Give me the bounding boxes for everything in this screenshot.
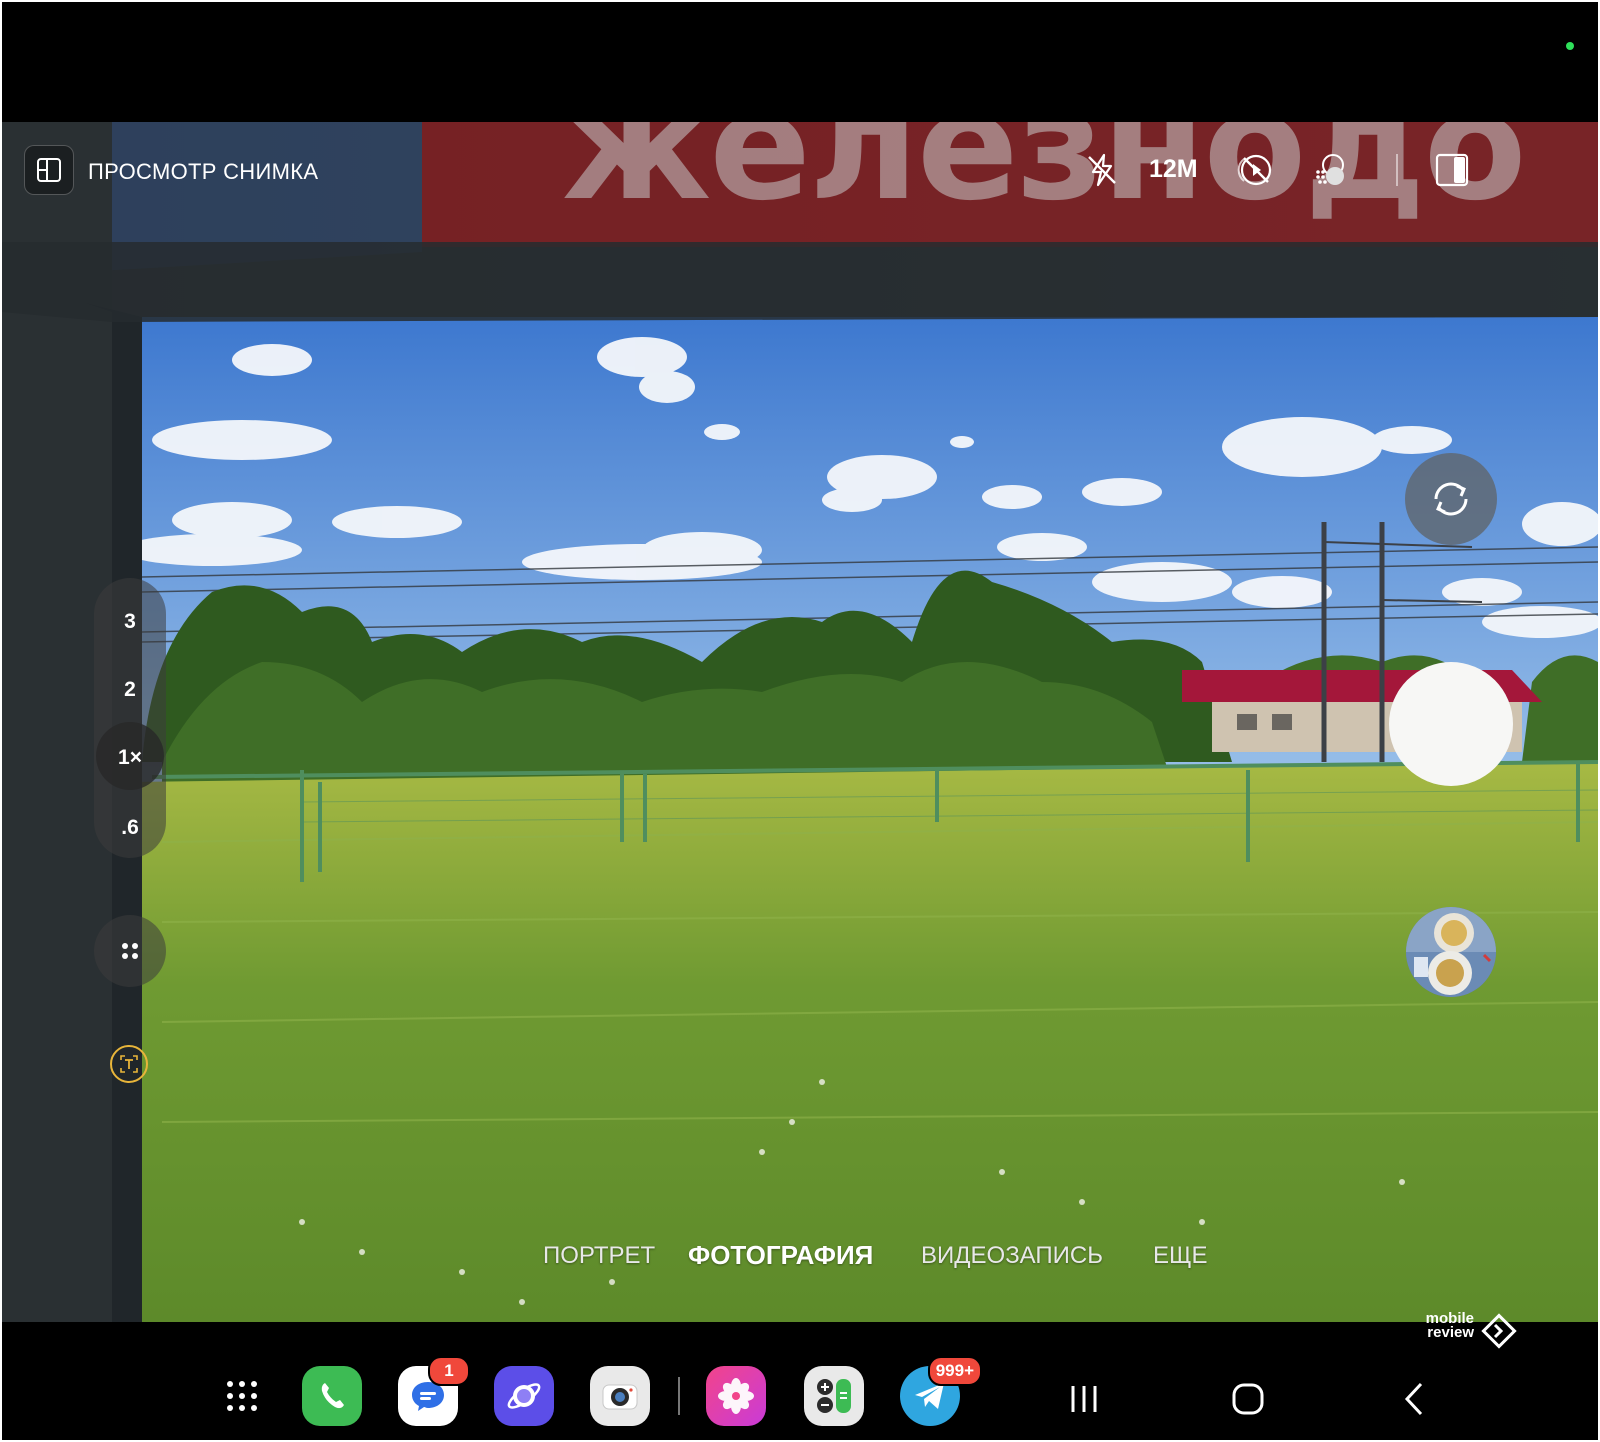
aspect-ratio-icon [1435, 153, 1469, 187]
flash-off-icon [1088, 153, 1116, 187]
camera-app[interactable] [590, 1366, 650, 1426]
gallery-app[interactable] [706, 1366, 766, 1426]
layout-icon [37, 158, 61, 182]
privacy-indicator-dot [1566, 42, 1574, 50]
back-button[interactable] [1389, 1374, 1439, 1424]
dock-divider [678, 1377, 680, 1415]
calculator-app[interactable] [804, 1366, 864, 1426]
preview-toggle-button[interactable] [24, 145, 74, 195]
zoom-options-button[interactable] [94, 915, 166, 987]
gallery-thumbnail-button[interactable] [1406, 907, 1496, 997]
home-button[interactable] [1223, 1374, 1273, 1424]
zoom-2x-button[interactable]: 2 [94, 678, 166, 702]
top-bar: ПРОСМОТР СНИМКА 12M [2, 142, 1598, 202]
messages-app[interactable]: 1 [398, 1356, 470, 1426]
last-photo-thumbnail [1406, 907, 1496, 997]
viewfinder[interactable]: железнодо [2, 122, 1598, 1322]
back-icon [1404, 1382, 1423, 1416]
home-icon [1232, 1383, 1264, 1415]
preview-label[interactable]: ПРОСМОТР СНИМКА [88, 159, 318, 185]
four-dots-icon [122, 943, 138, 959]
telegram-app[interactable]: 999+ [900, 1356, 982, 1426]
zoom-3x-button[interactable]: 3 [94, 610, 166, 634]
scan-text-button[interactable] [110, 1045, 148, 1083]
planet-icon [507, 1383, 541, 1409]
top-bar-divider [1396, 154, 1398, 186]
camera-icon [602, 1384, 638, 1410]
recents-icon [1071, 1386, 1097, 1412]
phone-app[interactable] [302, 1366, 362, 1426]
zoom-1x-button[interactable]: 1× [94, 746, 166, 770]
phone-icon [321, 1383, 344, 1409]
recents-button[interactable] [1059, 1374, 1109, 1424]
motion-photo-button[interactable] [1234, 150, 1274, 190]
mode-portrait[interactable]: ПОРТРЕТ [543, 1242, 655, 1270]
flower-icon [718, 1378, 754, 1414]
camera-modes: ПОРТРЕТ ФОТОГРАФИЯ ВИДЕОЗАПИСЬ ЕЩЕ [2, 1240, 1598, 1280]
switch-camera-button[interactable] [1405, 453, 1497, 545]
app-drawer-button[interactable] [212, 1366, 272, 1426]
zoom-06x-button[interactable]: .6 [94, 816, 166, 840]
mode-video[interactable]: ВИДЕОЗАПИСЬ [921, 1242, 1103, 1270]
calculator-icon [817, 1379, 851, 1413]
filter-button[interactable] [1310, 150, 1350, 190]
scan-text-icon [120, 1055, 138, 1073]
viewfinder-scene [2, 122, 1598, 1322]
taskbar: 1 999+ [2, 1322, 1598, 1440]
messages-badge: 1 [428, 1356, 470, 1386]
motion-photo-off-icon [1237, 154, 1272, 186]
camera-screen: железнодо ПРОСМОТР СНИМКА 12M 3 2 1× .6 … [2, 2, 1598, 1440]
flash-off-button[interactable] [1082, 150, 1122, 190]
aspect-ratio-button[interactable] [1432, 150, 1472, 190]
switch-camera-icon [1434, 482, 1468, 516]
filter-icon [1316, 154, 1344, 185]
resolution-button[interactable]: 12M [1149, 155, 1198, 184]
telegram-badge: 999+ [927, 1356, 982, 1386]
mode-more[interactable]: ЕЩЕ [1153, 1242, 1208, 1270]
internet-app[interactable] [494, 1366, 554, 1426]
mode-photo[interactable]: ФОТОГРАФИЯ [688, 1240, 873, 1271]
grid-dots-icon [227, 1381, 257, 1411]
shutter-button[interactable] [1389, 662, 1513, 786]
